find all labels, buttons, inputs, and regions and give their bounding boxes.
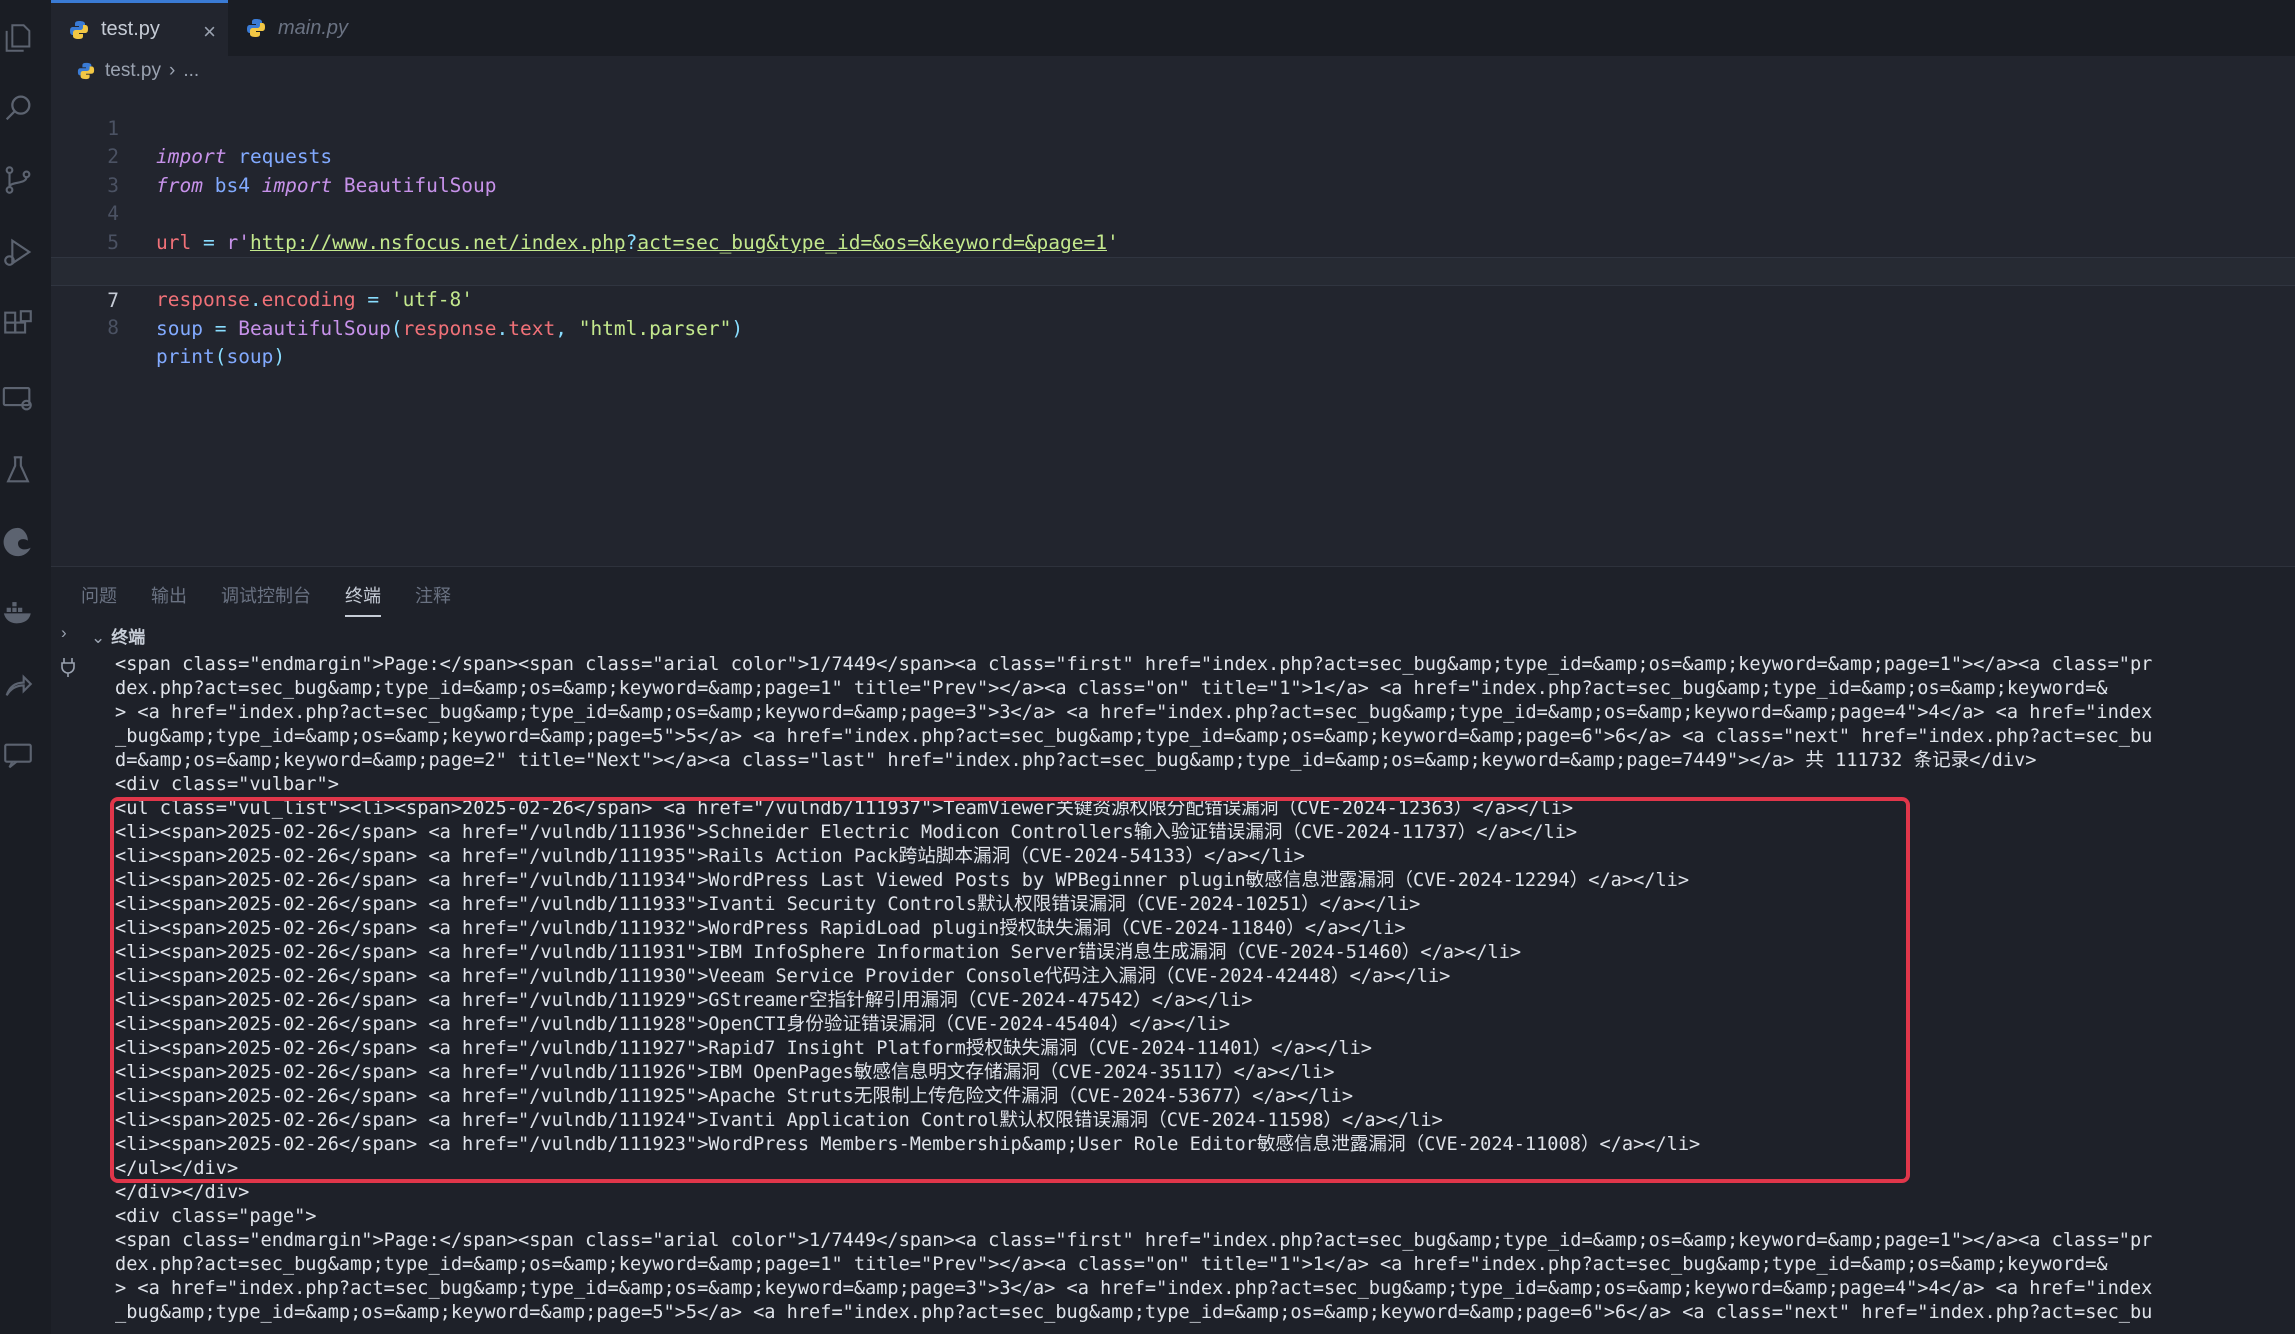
code-line: 3 <box>51 143 2295 197</box>
testing-icon[interactable] <box>0 450 36 490</box>
terminal-section-header[interactable]: ⌄ 终端 <box>91 623 145 648</box>
bottom-panel: 问题 输出 调试控制台 终端 注释 › ⌄ 终端 <span class="end… <box>51 566 2295 1334</box>
source-control-icon[interactable] <box>0 160 36 200</box>
terminal-line: <li><span>2025-02-26</span> <a href="/vu… <box>115 1110 1443 1131</box>
terminal-line: dex.php?act=sec_bug&amp;type_id=&amp;os=… <box>115 678 2108 699</box>
breadcrumb-separator: › <box>168 60 176 81</box>
terminal-line: <li><span>2025-02-26</span> <a href="/vu… <box>115 1134 1701 1155</box>
remote-explorer-icon[interactable] <box>0 378 36 418</box>
panel-tabs: 问题 输出 调试控制台 终端 注释 <box>81 577 485 617</box>
comments-icon[interactable] <box>0 736 36 776</box>
extensions-icon[interactable] <box>0 304 36 344</box>
variable: response <box>402 317 497 340</box>
tab-problems[interactable]: 问题 <box>81 577 117 617</box>
operator: = <box>202 317 239 340</box>
terminal-line: <li><span>2025-02-26</span> <a href="/vu… <box>115 918 1406 939</box>
terminal-line: </div></div> <box>115 1182 250 1203</box>
files-icon[interactable] <box>0 18 36 58</box>
breadcrumb-file[interactable]: test.py <box>105 60 161 82</box>
terminal-line: d=&amp;os=&amp;keyword=&amp;page=2" titl… <box>115 750 2037 771</box>
terminal-line: <span class="endmargin">Page:</span><spa… <box>115 654 2153 675</box>
terminal-line: </ul></div> <box>115 1158 239 1179</box>
paren: ( <box>390 317 403 340</box>
function-name: print <box>156 344 215 368</box>
terminal-line: <span class="endmargin">Page:</span><spa… <box>115 1230 2153 1251</box>
tab-output[interactable]: 输出 <box>151 577 187 617</box>
terminal-line: <li><span>2025-02-26</span> <a href="/vu… <box>115 894 1421 915</box>
run-debug-icon[interactable] <box>0 232 36 272</box>
tab-comments[interactable]: 注释 <box>415 577 451 617</box>
terminal-line: <li><span>2025-02-26</span> <a href="/vu… <box>115 1062 1335 1083</box>
class-name: BeautifulSoup <box>238 317 391 340</box>
string-literal: "html.parser" <box>578 317 732 340</box>
search-icon[interactable] <box>0 88 36 128</box>
terminal-line: <li><span>2025-02-26</span> <a href="/vu… <box>115 1038 1372 1059</box>
python-file-icon <box>70 20 88 39</box>
code-line: 4 url = r'http://www.nsfocus.net/index.p… <box>51 172 2295 254</box>
code-line-current: 7 soup = BeautifulSoup(response.text, "h… <box>51 257 2295 340</box>
terminal-line: <li><span>2025-02-26</span> <a href="/vu… <box>115 1086 1354 1107</box>
terminal-line: _bug&amp;type_id=&amp;os=&amp;keyword=&a… <box>115 1302 2153 1323</box>
variable: soup <box>226 344 274 368</box>
operator: . <box>496 317 509 340</box>
tab-main-py[interactable]: main.py <box>228 0 390 56</box>
tab-label: main.py <box>278 16 349 39</box>
terminal-line: <li><span>2025-02-26</span> <a href="/vu… <box>115 990 1253 1011</box>
tab-terminal[interactable]: 终端 <box>345 577 381 617</box>
terminal-line: <div class="vulbar"> <box>115 774 339 795</box>
code-line: 1 import requests <box>51 86 2295 169</box>
tab-test-py[interactable]: test.py × <box>51 0 228 56</box>
chevron-down-icon: ⌄ <box>91 628 106 647</box>
edge-icon[interactable] <box>0 522 36 562</box>
chevron-right-icon[interactable]: › <box>61 623 67 643</box>
terminal-line: _bug&amp;type_id=&amp;os=&amp;keyword=&a… <box>115 726 2153 747</box>
terminal-output[interactable]: <span class="endmargin">Page:</span><spa… <box>115 653 2295 1334</box>
terminal-line: <ul class="vul_list"><li><span>2025-02-2… <box>115 798 1574 819</box>
tab-label: test.py <box>101 18 160 40</box>
terminal-title: 终端 <box>111 628 146 647</box>
paren: ) <box>731 317 744 340</box>
terminal-line: > <a href="index.php?act=sec_bug&amp;typ… <box>115 1278 2153 1299</box>
terminal-line: <li><span>2025-02-26</span> <a href="/vu… <box>115 1014 1231 1035</box>
plug-icon[interactable] <box>59 657 77 677</box>
terminal-line: <li><span>2025-02-26</span> <a href="/vu… <box>115 942 1522 963</box>
terminal-line: <li><span>2025-02-26</span> <a href="/vu… <box>115 822 1578 843</box>
breadcrumb-symbols[interactable]: ... <box>183 60 199 82</box>
docker-icon[interactable] <box>0 592 36 632</box>
share-icon[interactable] <box>0 664 36 704</box>
terminal-line: dex.php?act=sec_bug&amp;type_id=&amp;os=… <box>115 1254 2108 1275</box>
python-file-icon <box>77 62 95 80</box>
code-line: 2 from bs4 import BeautifulSoup <box>51 115 2295 197</box>
breadcrumb: test.py › ... <box>51 56 2295 86</box>
line-number: 8 <box>107 316 119 339</box>
code-line: 6 response.encoding = 'utf-8' <box>51 229 2295 311</box>
terminal-line: <li><span>2025-02-26</span> <a href="/vu… <box>115 966 1451 987</box>
tab-debug-console[interactable]: 调试控制台 <box>221 577 311 617</box>
variable: soup <box>156 317 203 340</box>
operator: , <box>555 317 579 340</box>
editor-tab-bar: test.py × main.py <box>51 0 2295 56</box>
attribute: text <box>508 317 556 340</box>
activity-bar <box>0 0 51 1334</box>
terminal-line: <div class="page"> <box>115 1206 317 1227</box>
code-line: 5 response = requests.get(url) <box>51 200 2295 283</box>
terminal-line: <li><span>2025-02-26</span> <a href="/vu… <box>115 846 1305 867</box>
terminal-line: <li><span>2025-02-26</span> <a href="/vu… <box>115 870 1690 891</box>
terminal-line: > <a href="index.php?act=sec_bug&amp;typ… <box>115 702 2153 723</box>
python-file-icon <box>247 19 265 37</box>
close-icon[interactable]: × <box>203 19 216 45</box>
paren: ) <box>273 344 286 368</box>
code-line: 8 print(soup) <box>51 286 2295 368</box>
paren: ( <box>214 344 227 368</box>
code-editor[interactable]: 1 import requests 2 from bs4 import Beau… <box>51 86 2295 566</box>
